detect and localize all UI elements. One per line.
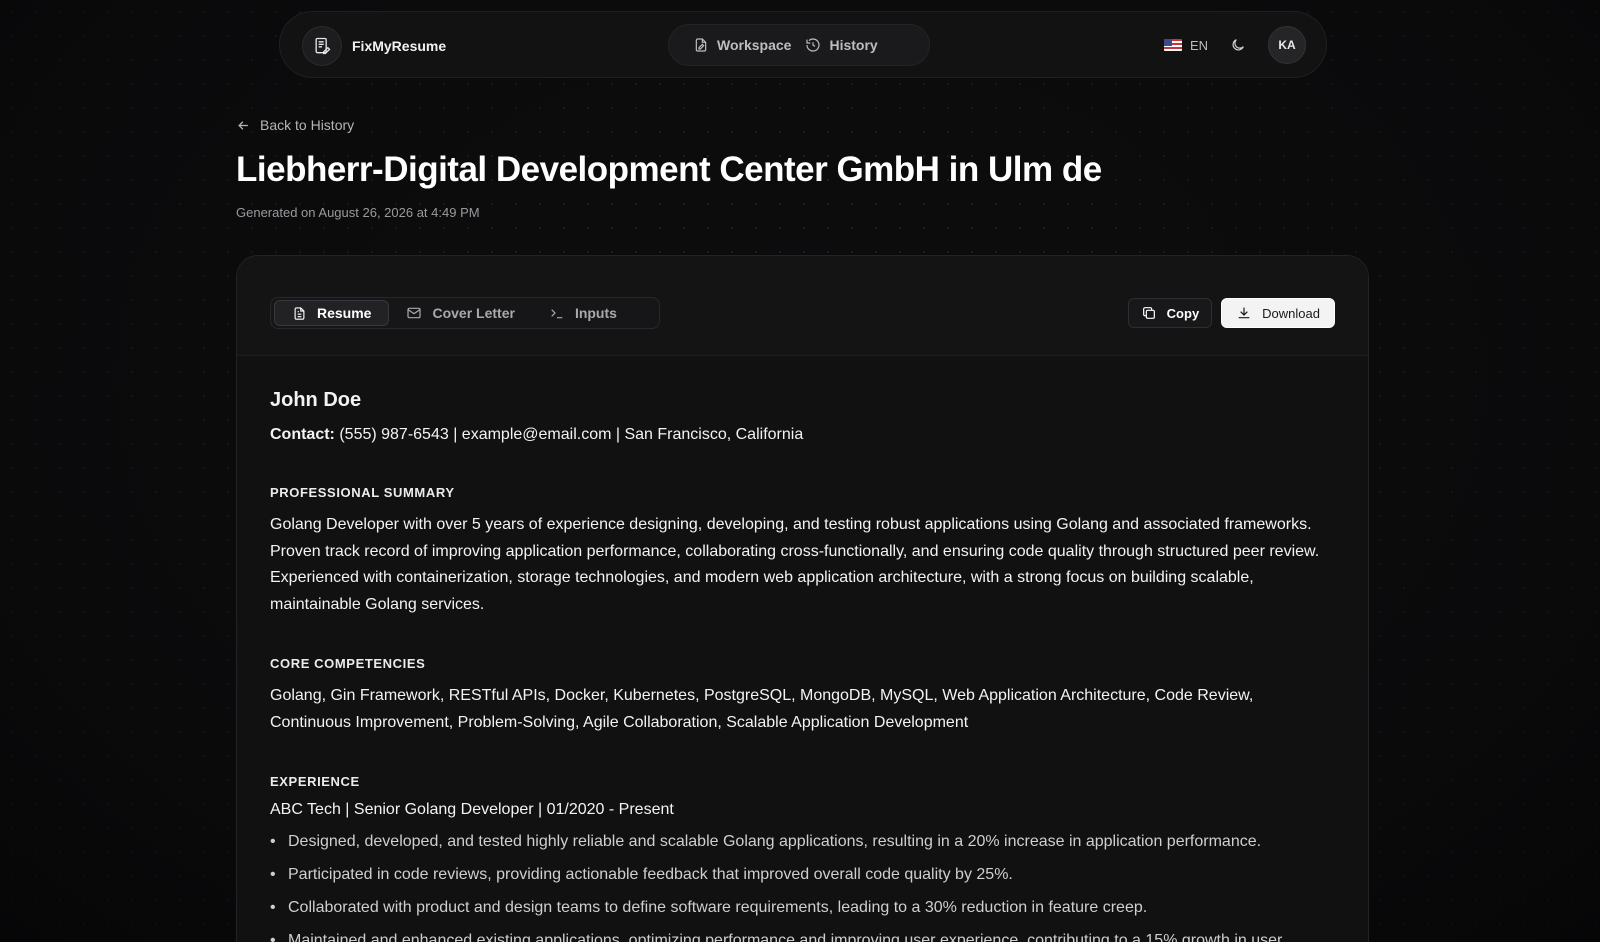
us-flag-icon [1163,39,1182,51]
resume-preview: John Doe Contact: (555) 987-6543 | examp… [270,389,1335,942]
job-title: ABC Tech | Senior Golang Developer | 01/… [270,801,674,818]
competencies-heading: CORE COMPETENCIES [270,656,426,671]
history-icon [806,38,821,52]
brand[interactable]: FixMyResume [302,26,446,66]
file-pen-icon [695,38,707,52]
theme-toggle[interactable] [1230,37,1246,53]
user-avatar[interactable]: KA [1268,26,1306,64]
top-navbar: FixMyResume Workspace History EN KA [279,11,1327,78]
nav-workspace[interactable]: Workspace [693,37,791,53]
summary-heading: PROFESSIONAL SUMMARY [270,485,455,500]
copy-icon [1142,307,1155,319]
tab-resume[interactable]: Resume [274,300,390,326]
tab-inputs-label: Inputs [574,305,617,321]
list-item: Designed, developed, and tested highly r… [270,833,1335,851]
page-title: Liebherr-Digital Development Center GmbH… [236,150,1102,189]
summary-text: Golang Developer with over 5 years of ex… [270,516,1320,613]
language-label: EN [1189,37,1208,53]
back-to-history-link[interactable]: Back to History [236,117,354,133]
nav-workspace-label: Workspace [717,37,792,53]
language-selector[interactable]: EN [1163,37,1208,53]
document-actions: Copy Download [1127,298,1335,328]
competencies-text: Golang, Gin Framework, RESTful APIs, Doc… [270,687,1254,731]
arrow-left-icon [238,120,248,130]
back-label: Back to History [260,117,355,133]
brand-name: FixMyResume [352,38,447,54]
nav-history[interactable]: History [805,37,878,53]
card-header: Resume Cover Letter Inputs Copy Download [237,256,1368,356]
list-item: Participated in code reviews, providing … [270,866,1335,884]
contact-label: Contact: [270,426,335,443]
resume-logo-icon [302,26,342,66]
main-nav: Workspace History [668,24,930,66]
document-card: Resume Cover Letter Inputs Copy Download… [236,255,1369,942]
tab-resume-label: Resume [317,305,372,321]
nav-history-label: History [829,37,878,53]
tab-inputs[interactable]: Inputs [532,301,634,325]
document-tabs: Resume Cover Letter Inputs [270,297,660,329]
download-icon [1238,307,1250,319]
contact-value: (555) 987-6543 | example@email.com | San… [334,426,804,443]
experience-heading: EXPERIENCE [270,774,360,789]
list-item: Maintained and enhanced existing applica… [270,932,1335,942]
tab-cover-letter[interactable]: Cover Letter [389,301,531,325]
terminal-icon [551,309,563,319]
file-text-icon [294,306,305,320]
download-label: Download [1262,305,1320,321]
tab-cover-letter-label: Cover Letter [432,305,515,321]
resume-name: John Doe [270,389,362,411]
mail-icon [407,307,422,319]
nav-right: EN KA [1163,26,1306,64]
copy-button[interactable]: Copy [1127,298,1213,328]
job-bullets: Designed, developed, and tested highly r… [270,833,1335,942]
list-item: Collaborated with product and design tea… [270,899,1335,917]
resume-contact: Contact: (555) 987-6543 | example@email.… [270,426,1335,444]
generated-timestamp: Generated on August 26, 2026 at 4:49 PM [236,205,480,220]
download-button[interactable]: Download [1221,298,1335,328]
copy-label: Copy [1166,305,1200,321]
moon-icon [1232,39,1244,51]
